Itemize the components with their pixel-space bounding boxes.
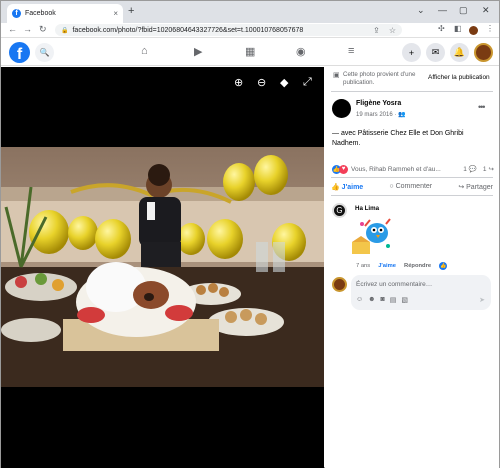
party-photo — [1, 147, 324, 387]
gif-icon[interactable]: ▤ — [390, 296, 397, 304]
bird-sticker-image — [352, 218, 391, 254]
show-post-link[interactable]: Afficher la publication — [428, 74, 490, 81]
tab-close-icon[interactable]: × — [113, 9, 118, 18]
reload-icon[interactable]: ↻ — [39, 24, 47, 35]
share-icon[interactable]: ⇪ — [373, 26, 380, 35]
notifications-icon[interactable]: 🔔 — [450, 43, 469, 62]
party-photo-image — [1, 147, 324, 387]
commenter-avatar[interactable]: G — [332, 203, 347, 218]
new-tab-button[interactable]: + — [128, 5, 134, 17]
share-count-icon: ↪ — [488, 166, 494, 173]
groups-icon[interactable]: ◉ — [296, 45, 306, 58]
maximize-button[interactable]: ▢ — [459, 5, 468, 16]
account-avatar[interactable] — [474, 43, 493, 62]
profile-avatar[interactable] — [469, 26, 478, 35]
facebook-top-nav: f 🔍 ⌂ ▶ ▦ ◉ ≡ + ✉ 🔔 — [1, 39, 499, 66]
photo-info-icon: ▣ — [333, 72, 340, 79]
comment-like-reaction-icon: 👍 — [439, 262, 448, 270]
post-date[interactable]: 19 mars 2016 · 👥 — [356, 111, 406, 118]
comment-meta: 7 ans J'aime Répondre 👍 — [356, 262, 448, 270]
lock-icon: 🔒 — [61, 27, 69, 34]
zoom-out-icon[interactable]: ⊖ — [257, 76, 266, 89]
share-button[interactable]: ↪ Partager — [458, 183, 493, 191]
more-options-icon[interactable]: ••• — [478, 102, 486, 112]
share-arrow-icon: ↪ — [458, 184, 467, 191]
marketplace-icon[interactable]: ▦ — [245, 45, 255, 58]
zoom-in-icon[interactable]: ⊕ — [234, 76, 243, 89]
url-field[interactable]: 🔒 facebook.com/photo/?fbid=1020680464332… — [55, 24, 402, 36]
send-icon[interactable]: ➤ — [479, 296, 485, 304]
comment-age[interactable]: 7 ans — [356, 263, 370, 269]
photo-notice: ▣ Cette photo provient d'une publication… — [333, 71, 425, 87]
divider — [331, 195, 493, 196]
notice-text: Cette photo provient d'une publication. — [343, 71, 416, 86]
fullscreen-icon[interactable]: ⤢ — [303, 76, 312, 89]
avatar-sticker-icon[interactable]: ☺ — [356, 296, 363, 304]
audience-icon: 👥 — [398, 112, 406, 118]
comment-tools: ☺ ☻ ◙ ▤ ▧ — [356, 296, 408, 304]
author-name[interactable]: Fligène Yosra — [356, 100, 401, 107]
comment-button[interactable]: ○ Commenter — [389, 183, 432, 191]
like-label: J'aime — [341, 184, 364, 191]
post-actions: 👍 J'aime ○ Commenter ↪ Partager — [331, 183, 493, 191]
reactions-row: 👍 ♥ Vous, Rihab Rammeh et d'au... 1 💬 1 … — [332, 164, 494, 174]
comment-count-icon: 💬 — [468, 166, 477, 173]
browser-menu-icon[interactable]: ⋮ — [486, 24, 494, 33]
comment-label: Commenter — [395, 183, 433, 190]
watch-icon[interactable]: ▶ — [194, 45, 202, 58]
commenter-name[interactable]: Ha Lima — [355, 205, 379, 212]
url-text: facebook.com/photo/?fbid=102068046433277… — [72, 26, 304, 34]
camera-icon[interactable]: ◙ — [381, 296, 385, 304]
reactions-summary[interactable]: Vous, Rihab Rammeh et d'au... — [351, 166, 441, 173]
comment-input[interactable]: Écrivez un commentaire… ☺ ☻ ◙ ▤ ▧ ➤ — [351, 275, 491, 310]
share-label: Partager — [466, 184, 493, 191]
caption-suffix: . — [358, 140, 361, 147]
caption-and: et — [420, 130, 431, 137]
facebook-logo[interactable]: f — [9, 42, 30, 63]
forward-icon[interactable]: → — [23, 24, 32, 34]
comment-input-placeholder: Écrivez un commentaire… — [356, 281, 433, 288]
browser-window: f Facebook × + ⌄ — ▢ ✕ ← → ↻ 🔒 facebook.… — [0, 0, 500, 468]
menu-icon[interactable]: ≡ — [348, 45, 354, 57]
tab-facebook[interactable]: f Facebook × — [7, 4, 123, 23]
post-side-panel: ▣ Cette photo provient d'une publication… — [325, 67, 499, 468]
messenger-icon[interactable]: ✉ — [426, 43, 445, 62]
bookmark-star-icon[interactable]: ☆ — [389, 26, 396, 35]
post-caption: — avec Pâtisserie Chez Elle et Don Ghrib… — [332, 129, 492, 149]
thumbs-up-icon: 👍 — [331, 184, 342, 191]
tab-title: Facebook — [25, 10, 56, 17]
close-window-button[interactable]: ✕ — [482, 5, 490, 16]
search-icon[interactable]: 🔍 — [35, 43, 54, 62]
comment-like-link[interactable]: J'aime — [378, 263, 396, 269]
emoji-icon[interactable]: ☻ — [368, 296, 375, 304]
shares-count[interactable]: 1 — [483, 166, 487, 173]
comments-count[interactable]: 1 — [463, 166, 467, 173]
sidepanel-icon[interactable]: ◧ — [454, 24, 462, 33]
tag-icon[interactable]: ◆ — [280, 76, 288, 89]
photo-viewer: ⊕ ⊖ ◆ ⤢ — [1, 67, 324, 468]
my-avatar — [332, 277, 347, 292]
divider — [331, 177, 493, 178]
caption-prefix: — avec — [332, 130, 358, 137]
minimize-button[interactable]: — — [438, 5, 447, 15]
sticker-icon[interactable]: ▧ — [401, 296, 408, 304]
tab-search-icon[interactable]: ⌄ — [417, 5, 425, 16]
post-date-text: 19 mars 2016 · — [356, 112, 399, 118]
facebook-favicon-icon: f — [12, 9, 21, 18]
comment-reply-link[interactable]: Répondre — [404, 263, 431, 269]
back-icon[interactable]: ← — [8, 24, 17, 34]
tab-strip: f Facebook × + ⌄ — ▢ ✕ — [1, 1, 499, 23]
like-button[interactable]: 👍 J'aime — [331, 183, 363, 191]
create-icon[interactable]: + — [402, 43, 421, 62]
tag-link-1[interactable]: Pâtisserie Chez Elle — [358, 130, 421, 137]
divider — [331, 91, 493, 92]
author-avatar[interactable] — [332, 99, 351, 118]
love-reaction-icon: ♥ — [339, 164, 348, 174]
extensions-icon[interactable]: ✣ — [438, 24, 445, 33]
home-icon[interactable]: ⌂ — [141, 45, 148, 57]
address-bar-row: ← → ↻ 🔒 facebook.com/photo/?fbid=1020680… — [1, 23, 499, 38]
